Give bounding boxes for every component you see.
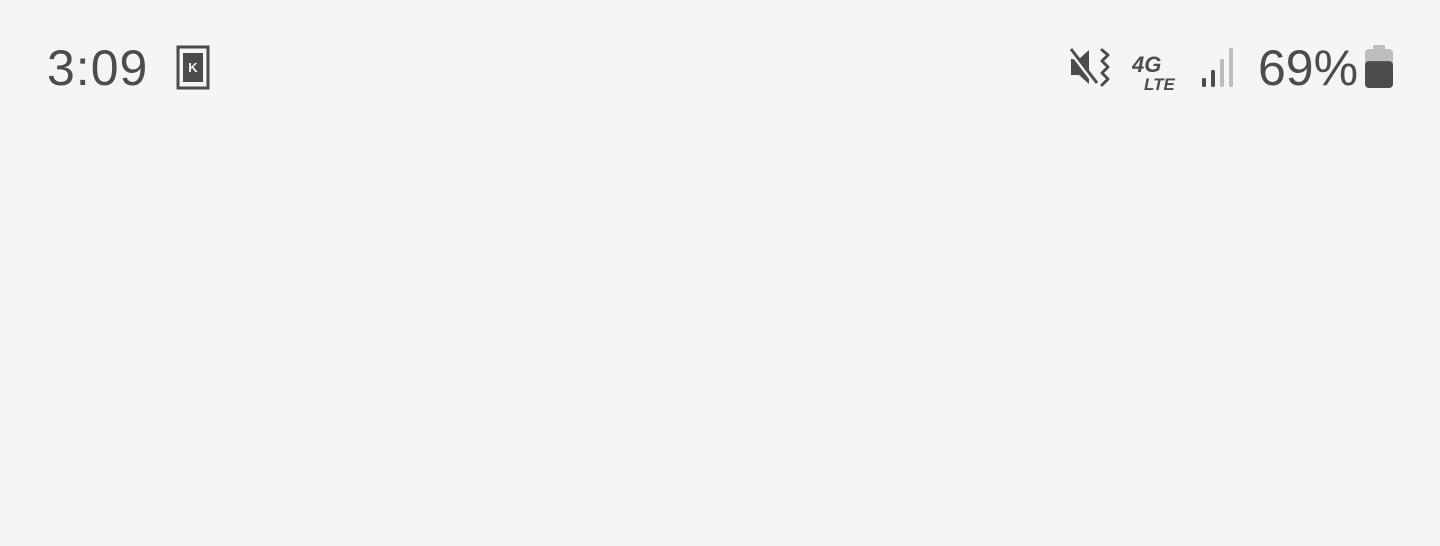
signal-bar-4 <box>1229 48 1233 87</box>
vibrate-mute-icon <box>1068 48 1110 87</box>
signal-bar-3 <box>1220 59 1224 87</box>
status-time: 3:09 <box>47 40 149 96</box>
signal-strength-icon <box>1202 48 1233 87</box>
battery-icon <box>1365 45 1393 88</box>
network-type-main: 4G <box>1132 52 1161 77</box>
kindle-k-letter: K <box>188 60 198 75</box>
kindle-k-icon: K <box>176 45 210 90</box>
battery-percent: 69% <box>1258 40 1359 96</box>
battery-fill <box>1365 61 1393 88</box>
screen: 3:09 K 4G LTE 69% <box>0 0 1440 546</box>
status-bar: 3:09 K 4G LTE 69% <box>0 0 1440 136</box>
signal-bar-2 <box>1211 70 1215 87</box>
network-4g-lte-icon: 4G LTE <box>1132 52 1176 92</box>
network-type-sub: LTE <box>1144 75 1176 92</box>
signal-bar-1 <box>1202 78 1206 87</box>
